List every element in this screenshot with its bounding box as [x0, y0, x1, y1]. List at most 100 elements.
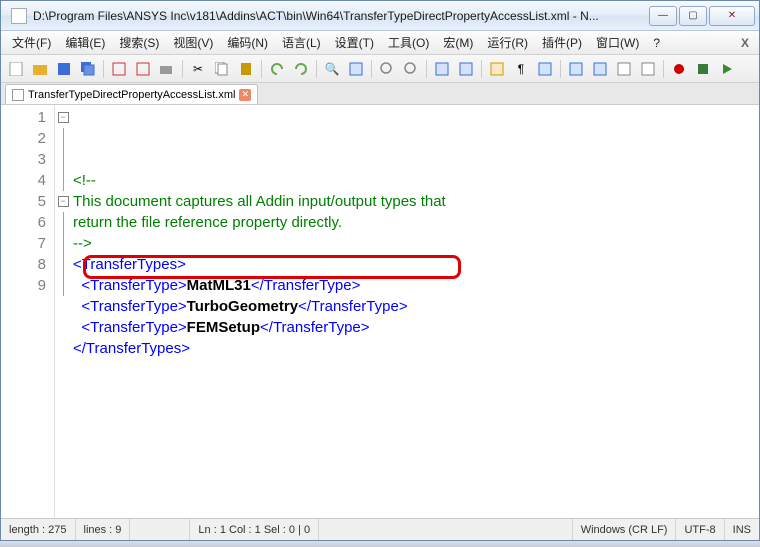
code-line[interactable]: <!--	[73, 170, 759, 191]
window-shadow	[0, 541, 760, 547]
menu-macro[interactable]: 宏(M)	[436, 31, 480, 54]
menubar-close-icon[interactable]: X	[741, 36, 755, 50]
close-file-icon[interactable]	[108, 58, 130, 80]
line-number: 8	[1, 254, 46, 275]
macro-record-icon[interactable]	[668, 58, 690, 80]
toolbar-separator	[426, 60, 427, 78]
app-window: D:\Program Files\ANSYS Inc\v181\Addins\A…	[0, 0, 760, 541]
code-line[interactable]: This document captures all Addin input/o…	[73, 191, 759, 212]
menu-settings[interactable]: 设置(T)	[328, 31, 381, 54]
undo-icon[interactable]	[266, 58, 288, 80]
toolbar-separator	[560, 60, 561, 78]
toolbar-separator	[663, 60, 664, 78]
code-line[interactable]: <TransferType>FEMSetup</TransferType>	[73, 317, 759, 338]
save-icon[interactable]	[53, 58, 75, 80]
menu-help[interactable]: ?	[646, 33, 667, 53]
paste-icon[interactable]	[235, 58, 257, 80]
editor[interactable]: 123456789 −− <!--This document captures …	[1, 105, 759, 518]
line-number: 9	[1, 275, 46, 296]
status-gap	[130, 519, 190, 540]
copy-icon[interactable]	[211, 58, 233, 80]
print-icon[interactable]	[156, 58, 178, 80]
window-controls: — ▢ ✕	[649, 6, 755, 26]
redo-icon[interactable]	[290, 58, 312, 80]
zoom-in-icon[interactable]	[376, 58, 398, 80]
status-length: length : 275	[1, 519, 76, 540]
doc-map-icon[interactable]	[637, 58, 659, 80]
code-area[interactable]: <!--This document captures all Addin inp…	[71, 105, 759, 518]
open-file-icon[interactable]	[29, 58, 51, 80]
menu-search[interactable]: 搜索(S)	[112, 31, 166, 54]
menu-view[interactable]: 视图(V)	[166, 31, 220, 54]
file-tab-label: TransferTypeDirectPropertyAccessList.xml	[28, 89, 235, 101]
new-file-icon[interactable]	[5, 58, 27, 80]
line-number: 2	[1, 128, 46, 149]
fold-column[interactable]: −−	[55, 105, 71, 518]
file-icon	[12, 89, 24, 101]
save-all-icon[interactable]	[77, 58, 99, 80]
line-number-gutter: 123456789	[1, 105, 55, 518]
line-number: 3	[1, 149, 46, 170]
maximize-button[interactable]: ▢	[679, 6, 707, 26]
line-number: 4	[1, 170, 46, 191]
app-icon	[11, 8, 27, 24]
code-line[interactable]: -->	[73, 233, 759, 254]
window-title: D:\Program Files\ANSYS Inc\v181\Addins\A…	[33, 9, 649, 23]
status-bar: length : 275 lines : 9 Ln : 1 Col : 1 Se…	[1, 518, 759, 540]
code-line[interactable]: <TransferType>TurboGeometry</TransferTyp…	[73, 296, 759, 317]
toolbar-separator	[103, 60, 104, 78]
menu-plugins[interactable]: 插件(P)	[535, 31, 589, 54]
fold-all-icon[interactable]	[565, 58, 587, 80]
find-icon[interactable]: 🔍	[321, 58, 343, 80]
status-eol: Windows (CR LF)	[573, 519, 677, 540]
minimize-button[interactable]: —	[649, 6, 677, 26]
zoom-out-icon[interactable]	[400, 58, 422, 80]
status-encoding: UTF-8	[676, 519, 724, 540]
unfold-all-icon[interactable]	[589, 58, 611, 80]
line-number: 6	[1, 212, 46, 233]
close-button[interactable]: ✕	[709, 6, 755, 26]
file-tab[interactable]: TransferTypeDirectPropertyAccessList.xml…	[5, 84, 258, 104]
sync-v-icon[interactable]	[431, 58, 453, 80]
fold-toggle-icon[interactable]: −	[58, 196, 69, 207]
status-flex	[319, 519, 573, 540]
tab-close-icon[interactable]: ✕	[239, 89, 251, 101]
title-bar[interactable]: D:\Program Files\ANSYS Inc\v181\Addins\A…	[1, 1, 759, 31]
code-line[interactable]: <TransferTypes>	[73, 254, 759, 275]
toolbar-separator	[481, 60, 482, 78]
toolbar-separator	[182, 60, 183, 78]
line-number: 5	[1, 191, 46, 212]
replace-icon[interactable]	[345, 58, 367, 80]
sync-h-icon[interactable]	[455, 58, 477, 80]
macro-stop-icon[interactable]	[692, 58, 714, 80]
line-number: 7	[1, 233, 46, 254]
toolbar: ✂ 🔍 ¶	[1, 55, 759, 83]
word-wrap-icon[interactable]	[486, 58, 508, 80]
menu-window[interactable]: 窗口(W)	[589, 31, 646, 54]
tab-strip: TransferTypeDirectPropertyAccessList.xml…	[1, 83, 759, 105]
close-all-icon[interactable]	[132, 58, 154, 80]
menu-bar: 文件(F) 编辑(E) 搜索(S) 视图(V) 编码(N) 语言(L) 设置(T…	[1, 31, 759, 55]
toolbar-separator	[316, 60, 317, 78]
status-position: Ln : 1 Col : 1 Sel : 0 | 0	[190, 519, 319, 540]
menu-run[interactable]: 运行(R)	[480, 31, 535, 54]
show-all-chars-icon[interactable]: ¶	[510, 58, 532, 80]
status-lines: lines : 9	[76, 519, 131, 540]
menu-tools[interactable]: 工具(O)	[381, 31, 436, 54]
cut-icon[interactable]: ✂	[187, 58, 209, 80]
line-number: 1	[1, 107, 46, 128]
fold-toggle-icon[interactable]: −	[58, 112, 69, 123]
menu-encoding[interactable]: 编码(N)	[220, 31, 275, 54]
toolbar-separator	[371, 60, 372, 78]
menu-edit[interactable]: 编辑(E)	[58, 31, 112, 54]
code-line[interactable]: return the file reference property direc…	[73, 212, 759, 233]
menu-file[interactable]: 文件(F)	[5, 31, 58, 54]
menu-language[interactable]: 语言(L)	[275, 31, 328, 54]
macro-play-icon[interactable]	[716, 58, 738, 80]
toolbar-separator	[261, 60, 262, 78]
func-list-icon[interactable]	[613, 58, 635, 80]
indent-guide-icon[interactable]	[534, 58, 556, 80]
status-insert-mode: INS	[725, 519, 759, 540]
code-line[interactable]: <TransferType>MatML31</TransferType>	[73, 275, 759, 296]
code-line[interactable]: </TransferTypes>	[73, 338, 759, 359]
